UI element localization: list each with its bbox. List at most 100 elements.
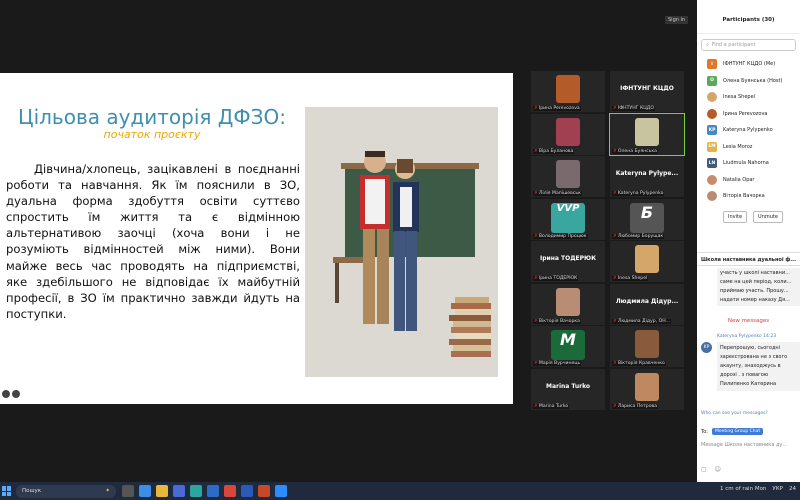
video-tile[interactable]: ✗Лілія Мапішевськ bbox=[531, 156, 605, 197]
muted-mic-icon: ✗ bbox=[534, 106, 538, 111]
next-slide-icon[interactable] bbox=[12, 390, 20, 398]
video-tile[interactable]: ✗Ірина Perevozova bbox=[531, 71, 605, 112]
taskbar: Пошук ✦ 1 cm of rain Mon УКР 24 bbox=[0, 482, 800, 500]
who-can-see-link[interactable]: Who can see your messages? bbox=[701, 411, 768, 416]
participant-list: І ІФНТУНГ КЦДО (Me) О Олена Буянська (Host)… bbox=[697, 56, 800, 205]
chat-message: участь у школі наставни... саме на цей п… bbox=[717, 268, 800, 306]
avatar bbox=[707, 191, 717, 202]
tile-name-label: ✗Лілія Мапішевськ bbox=[533, 191, 582, 196]
tile-name-label: ✗Kateryna Pylypenko bbox=[612, 191, 665, 196]
video-tile[interactable]: M ✗Марія Вурчинець bbox=[531, 326, 605, 367]
video-tile[interactable]: ✗Вікторія Кравченко bbox=[610, 326, 684, 367]
edge-icon[interactable] bbox=[190, 485, 202, 497]
clock[interactable]: 24 bbox=[789, 486, 796, 492]
participant-row[interactable]: Віторія Вачорка bbox=[697, 188, 800, 205]
muted-mic-icon: ✗ bbox=[613, 318, 617, 324]
video-tile[interactable]: Людмила Дідур... ✗Людмила Дідур, ОН... bbox=[610, 283, 684, 325]
participant-row[interactable]: LM Lesia Moroz bbox=[697, 139, 800, 156]
muted-mic-icon: ✗ bbox=[613, 361, 617, 366]
video-tile[interactable]: ✗Олена Буянська bbox=[609, 112, 685, 156]
taskbar-search-input[interactable]: Пошук ✦ bbox=[16, 484, 116, 498]
students-illustration bbox=[305, 107, 498, 377]
video-tile[interactable]: ІФНТУНГ КЦДО ✗ІФНТУНГ КЦДО bbox=[610, 71, 684, 112]
file-icon[interactable]: ▢ bbox=[701, 466, 707, 473]
muted-mic-icon: ✗ bbox=[534, 276, 538, 281]
tile-name-label: ✗Любомир Борущак bbox=[612, 233, 665, 239]
store-icon[interactable] bbox=[173, 485, 185, 497]
participant-video bbox=[635, 245, 659, 273]
windows-start-icon[interactable] bbox=[2, 486, 12, 496]
tile-name-label: ✗Inesa Shepel bbox=[612, 276, 649, 281]
video-tile[interactable]: VVP ✗Володимир Процюк bbox=[531, 198, 605, 240]
tile-name-label: ✗Ірина Perevozova bbox=[533, 106, 581, 111]
word-icon[interactable] bbox=[241, 485, 253, 497]
new-messages-divider: New messages bbox=[727, 318, 770, 324]
slide-nav bbox=[2, 390, 20, 398]
tile-display-name: Marina Turko bbox=[545, 382, 591, 390]
tile-display-name: ІФНТУНГ КЦДО bbox=[620, 85, 674, 92]
video-tile[interactable]: ✗Віра Буланова bbox=[531, 113, 605, 155]
zoom-icon[interactable] bbox=[275, 485, 287, 497]
participant-name: Inesa Shepel bbox=[723, 94, 756, 101]
meeting-main-area: Sign in Цільова аудиторія ДФЗО: початок … bbox=[0, 0, 697, 482]
participant-video bbox=[635, 117, 659, 146]
language-indicator[interactable]: УКР bbox=[772, 486, 783, 492]
participant-row[interactable]: І ІФНТУНГ КЦДО (Me) bbox=[697, 56, 800, 73]
muted-mic-icon: ✗ bbox=[613, 403, 617, 409]
participant-row[interactable]: KP Kateryna Pylypenko bbox=[697, 122, 800, 139]
video-tile[interactable]: ✗Вікторія Вачорка bbox=[531, 283, 605, 325]
avatar: KP bbox=[707, 125, 717, 136]
participant-row[interactable]: LN Liudmula Nahorna bbox=[697, 155, 800, 172]
participant-row[interactable]: О Олена Буянська (Host) bbox=[697, 73, 800, 90]
participant-row[interactable]: Ірина Perevozova bbox=[697, 106, 800, 123]
task-view-icon[interactable] bbox=[122, 485, 134, 497]
sign-in-button[interactable]: Sign in bbox=[665, 16, 689, 24]
participant-name: Віторія Вачорка bbox=[723, 193, 765, 200]
emoji-icon[interactable]: ☺ bbox=[715, 466, 721, 473]
avatar: LN bbox=[707, 158, 717, 169]
browser-icon[interactable] bbox=[139, 485, 151, 497]
video-tile[interactable]: ✗Inesa Shepel bbox=[610, 241, 684, 282]
unmute-button[interactable]: Unmute bbox=[753, 210, 783, 223]
participant-name: ІФНТУНГ КЦДО (Me) bbox=[723, 61, 776, 68]
participant-name: Ірина Perevozova bbox=[723, 110, 768, 117]
slide-title: Цільова аудиторія ДФЗО: bbox=[18, 105, 286, 129]
video-tile[interactable]: Marina Turko ✗Marina Turko bbox=[531, 368, 605, 410]
video-tile[interactable]: ✗Лариса Петрова bbox=[610, 368, 684, 410]
slide-body-text: Дівчина/хлопець, зацікавлені в поєднанні… bbox=[6, 162, 300, 321]
participant-video bbox=[556, 75, 580, 103]
participant-search-input[interactable]: ⌕ Find a participant bbox=[701, 39, 796, 51]
participant-row[interactable]: Inesa Shepel bbox=[697, 89, 800, 106]
folder-icon[interactable] bbox=[156, 485, 168, 497]
video-tile[interactable]: Б ✗Любомир Борущак bbox=[610, 198, 684, 240]
tile-display-name: M bbox=[560, 330, 576, 349]
muted-mic-icon: ✗ bbox=[534, 361, 538, 366]
video-tile[interactable]: Kateryna Pylype... ✗Kateryna Pylypenko bbox=[610, 156, 684, 197]
recipient-select[interactable]: Meeting Group Chat bbox=[711, 428, 764, 435]
participant-video bbox=[556, 117, 580, 146]
chrome-icon[interactable] bbox=[224, 485, 236, 497]
powerpoint-icon[interactable] bbox=[258, 485, 270, 497]
tile-display-name: Людмила Дідур... bbox=[615, 297, 679, 305]
weather-text[interactable]: 1 cm of rain Mon bbox=[720, 486, 766, 492]
invite-button[interactable]: Invite bbox=[723, 210, 748, 223]
system-tray: 1 cm of rain Mon УКР 24 bbox=[720, 486, 796, 492]
avatar bbox=[707, 92, 717, 103]
participant-row[interactable]: Natalia Opar bbox=[697, 172, 800, 189]
video-tile[interactable]: Ірина ТОДЕРЮК ✗Ірина ТОДЕРЮК bbox=[531, 241, 605, 282]
tile-name-label: ✗Віра Буланова bbox=[533, 148, 575, 154]
participant-video bbox=[635, 330, 659, 358]
chat-sender: Kateryna Pylypenko 14:23 bbox=[717, 334, 777, 339]
muted-mic-icon: ✗ bbox=[613, 106, 617, 111]
tile-name-label: ✗Ірина ТОДЕРЮК bbox=[533, 276, 579, 281]
chat-message-input[interactable]: Message Школа наставника ду... bbox=[701, 442, 787, 448]
prev-slide-icon[interactable] bbox=[2, 390, 10, 398]
muted-mic-icon: ✗ bbox=[534, 233, 538, 239]
slide-subtitle: початок проєкту bbox=[103, 128, 201, 141]
avatar bbox=[707, 174, 717, 185]
tile-name-label: ✗Marina Turko bbox=[533, 403, 570, 409]
mail-icon[interactable] bbox=[207, 485, 219, 497]
tile-display-name: VVP bbox=[556, 202, 580, 214]
tile-name-label: ✗Марія Вурчинець bbox=[533, 361, 582, 366]
chat-message: Перепрошую, сьогодні зареєстрована не з … bbox=[717, 342, 800, 391]
